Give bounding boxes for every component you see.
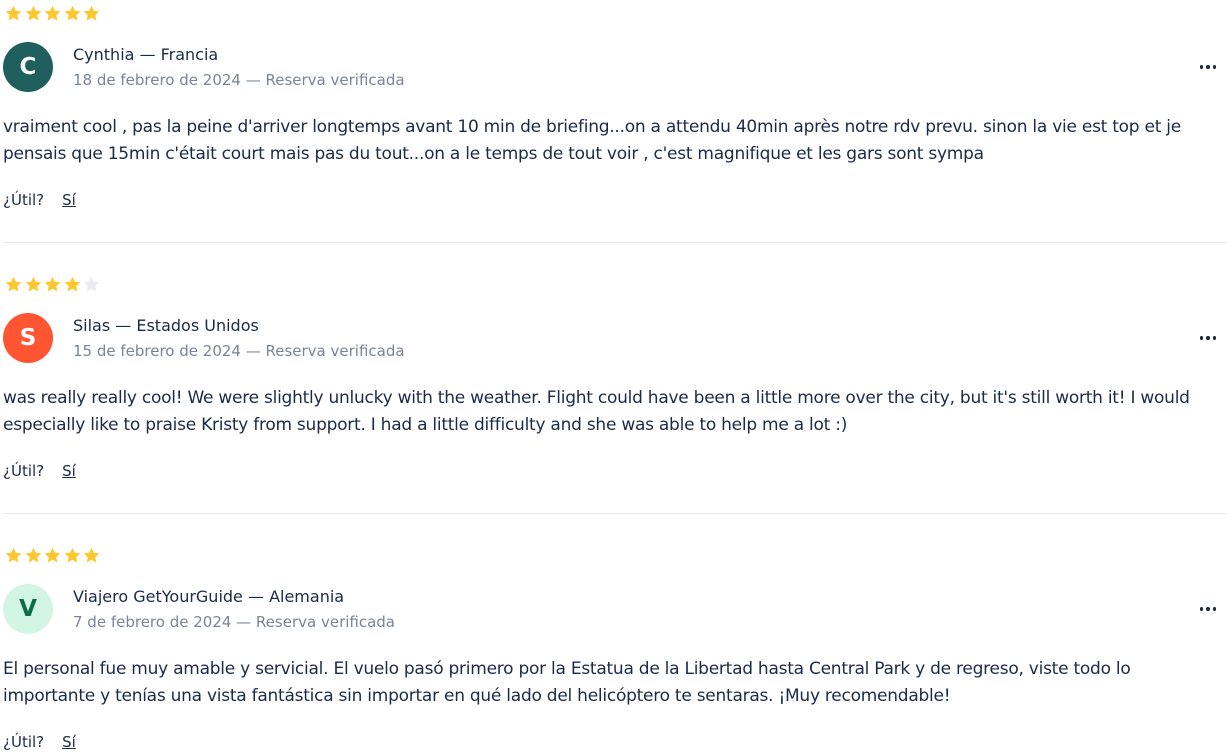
reviewer-name: Cynthia — Francia (73, 45, 219, 64)
star-filled-icon (43, 275, 62, 294)
star-rating (4, 275, 102, 295)
divider (3, 513, 1227, 514)
helpful-row: ¿Útil? Sí (3, 461, 76, 481)
avatar: V (3, 584, 53, 634)
star-filled-icon (24, 546, 43, 565)
star-filled-icon (82, 546, 101, 565)
review-text: was really really cool! We were slightly… (3, 388, 1190, 435)
star-filled-icon (4, 275, 23, 294)
review-text: vraiment cool , pas la peine d'arriver l… (3, 117, 1181, 164)
star-rating (4, 546, 102, 566)
helpful-label: ¿Útil? (3, 733, 45, 751)
star-filled-icon (63, 4, 82, 23)
more-options-icon[interactable] (1195, 57, 1221, 77)
reviewer-name: Silas — Estados Unidos (73, 316, 259, 335)
review-date: 18 de febrero de 2024 — Reserva verifica… (73, 71, 405, 89)
helpful-label: ¿Útil? (3, 462, 45, 480)
star-filled-icon (24, 275, 43, 294)
star-filled-icon (4, 4, 23, 23)
more-options-icon[interactable] (1195, 328, 1221, 348)
reviewer-name: Viajero GetYourGuide — Alemania (73, 587, 345, 606)
star-filled-icon (24, 4, 43, 23)
helpful-row: ¿Útil? Sí (3, 190, 76, 210)
helpful-yes-link[interactable]: Sí (62, 461, 76, 481)
star-filled-icon (63, 546, 82, 565)
helpful-yes-link[interactable]: Sí (62, 732, 76, 752)
star-filled-icon (43, 546, 62, 565)
star-rating (4, 4, 102, 24)
star-filled-icon (82, 4, 101, 23)
divider (3, 242, 1227, 243)
star-filled-icon (63, 275, 82, 294)
review-date: 15 de febrero de 2024 — Reserva verifica… (73, 342, 405, 360)
more-options-icon[interactable] (1195, 599, 1221, 619)
review-text: El personal fue muy amable y servicial. … (3, 659, 1131, 706)
avatar: S (3, 313, 53, 363)
review-date: 7 de febrero de 2024 — Reserva verificad… (73, 613, 396, 631)
star-filled-icon (4, 546, 23, 565)
avatar: C (3, 42, 53, 92)
review-list: C Cynthia — Francia 18 de febrero de 202… (0, 0, 1227, 752)
helpful-yes-link[interactable]: Sí (62, 190, 76, 210)
helpful-row: ¿Útil? Sí (3, 732, 76, 752)
helpful-label: ¿Útil? (3, 191, 45, 209)
star-filled-icon (43, 4, 62, 23)
star-empty-icon (82, 275, 101, 294)
